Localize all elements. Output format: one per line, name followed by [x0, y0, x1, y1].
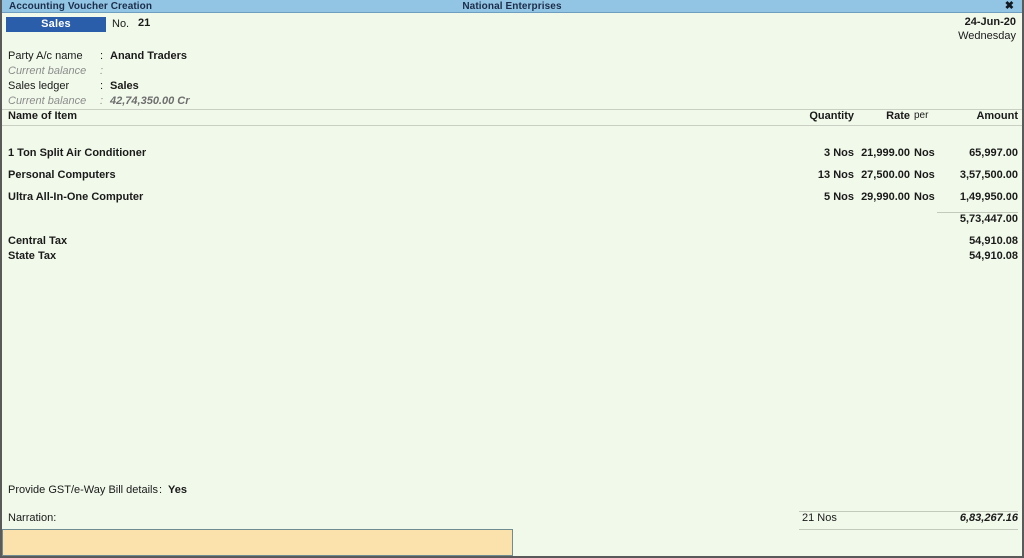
- item-rate[interactable]: 27,500.00: [858, 169, 910, 181]
- column-header-rate: Rate: [886, 110, 910, 122]
- voucher-number-label: No.: [112, 18, 130, 30]
- gst-eway-label: Provide GST/e-Way Bill details: [8, 484, 158, 496]
- subtotal-row: 5,73,447.00: [2, 213, 1022, 235]
- sales-ledger-colon: :: [100, 80, 104, 92]
- column-header-per: per: [914, 110, 929, 121]
- party-current-balance-field: Current balance :: [2, 65, 1022, 80]
- sales-ledger-value[interactable]: Sales: [110, 80, 139, 92]
- party-current-balance-label: Current balance: [8, 65, 87, 77]
- item-name[interactable]: 1 Ton Split Air Conditioner: [8, 147, 146, 159]
- tax-row[interactable]: Central Tax 54,910.08: [2, 235, 1022, 250]
- item-name[interactable]: Personal Computers: [8, 169, 116, 181]
- party-account-colon: :: [100, 50, 104, 62]
- item-quantity[interactable]: 3 Nos: [782, 147, 854, 159]
- ledger-current-balance-colon: :: [100, 95, 104, 107]
- party-account-label: Party A/c name: [8, 50, 83, 62]
- ledger-current-balance-value: 42,74,350.00 Cr: [110, 95, 190, 107]
- voucher-type-badge[interactable]: Sales: [6, 17, 106, 32]
- party-account-field: Party A/c name : Anand Traders: [2, 50, 1022, 65]
- voucher-date[interactable]: 24-Jun-20: [965, 16, 1016, 28]
- voucher-header: Sales No. 21 24-Jun-20 Wednesday: [2, 13, 1022, 49]
- tax-name[interactable]: Central Tax: [8, 235, 67, 247]
- gst-eway-value[interactable]: Yes: [168, 484, 187, 496]
- total-amount: 6,83,267.16: [959, 512, 1018, 524]
- totals-row: 21 Nos 6,83,267.16: [2, 512, 1022, 528]
- item-rate[interactable]: 21,999.00: [858, 147, 910, 159]
- item-per[interactable]: Nos: [914, 147, 940, 159]
- item-amount[interactable]: 65,997.00: [942, 147, 1018, 159]
- totals-rule-bottom: [799, 529, 1018, 530]
- close-icon[interactable]: ✖: [1005, 0, 1014, 13]
- ledger-current-balance-field: Current balance : 42,74,350.00 Cr: [2, 95, 1022, 110]
- item-per[interactable]: Nos: [914, 169, 940, 181]
- tax-amount[interactable]: 54,910.08: [942, 250, 1018, 262]
- accounting-voucher-window: Accounting Voucher Creation National Ent…: [0, 0, 1024, 558]
- item-rate[interactable]: 29,990.00: [858, 191, 910, 203]
- column-header-amount: Amount: [976, 110, 1018, 122]
- table-row[interactable]: Personal Computers 13 Nos 27,500.00 Nos …: [2, 169, 1022, 191]
- ledger-current-balance-label: Current balance: [8, 95, 87, 107]
- tax-amount[interactable]: 54,910.08: [942, 235, 1018, 247]
- item-amount[interactable]: 3,57,500.00: [942, 169, 1018, 181]
- item-per[interactable]: Nos: [914, 191, 940, 203]
- voucher-weekday: Wednesday: [958, 30, 1016, 42]
- item-name[interactable]: Ultra All-In-One Computer: [8, 191, 143, 203]
- tax-row[interactable]: State Tax 54,910.08: [2, 250, 1022, 265]
- company-name: National Enterprises: [462, 0, 562, 12]
- item-rows-area: 1 Ton Split Air Conditioner 3 Nos 21,999…: [2, 126, 1022, 486]
- party-current-balance-colon: :: [100, 65, 104, 77]
- item-quantity[interactable]: 5 Nos: [782, 191, 854, 203]
- sales-ledger-field: Sales ledger : Sales: [2, 80, 1022, 95]
- total-quantity: 21 Nos: [802, 512, 837, 524]
- tax-name[interactable]: State Tax: [8, 250, 56, 262]
- table-column-headers: Name of Item Quantity Rate per Amount: [2, 110, 1022, 125]
- table-row[interactable]: 1 Ton Split Air Conditioner 3 Nos 21,999…: [2, 147, 1022, 169]
- item-quantity[interactable]: 13 Nos: [782, 169, 854, 181]
- subtotal-amount: 5,73,447.00: [959, 213, 1018, 225]
- party-ledger-block: Party A/c name : Anand Traders Current b…: [2, 49, 1022, 109]
- narration-input[interactable]: [2, 529, 513, 556]
- voucher-number-value[interactable]: 21: [138, 17, 150, 29]
- sales-ledger-label: Sales ledger: [8, 80, 70, 92]
- gst-eway-colon: :: [159, 484, 163, 496]
- column-header-quantity: Quantity: [809, 110, 854, 122]
- titlebar: Accounting Voucher Creation National Ent…: [2, 0, 1022, 13]
- table-row[interactable]: Ultra All-In-One Computer 5 Nos 29,990.0…: [2, 191, 1022, 213]
- party-account-value[interactable]: Anand Traders: [110, 50, 187, 62]
- item-amount[interactable]: 1,49,950.00: [942, 191, 1018, 203]
- column-header-item: Name of Item: [8, 110, 78, 122]
